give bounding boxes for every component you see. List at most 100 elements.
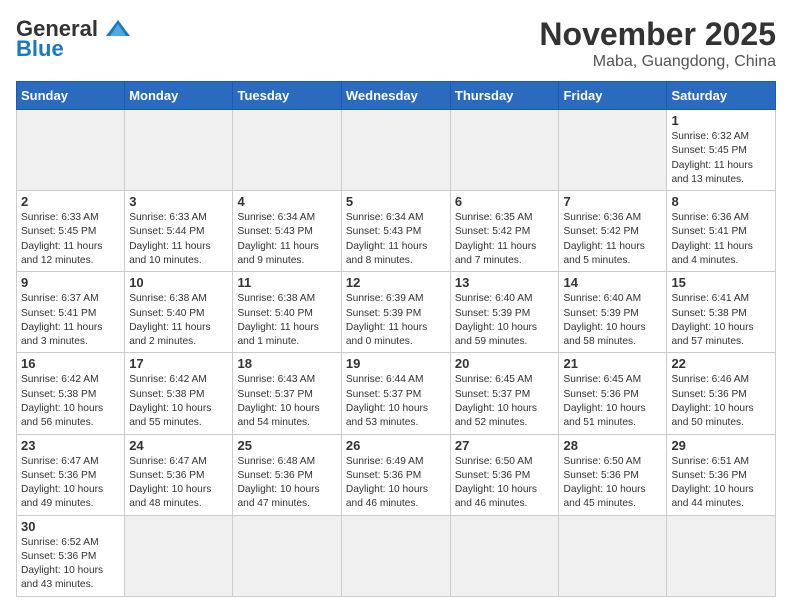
calendar-day-cell: 27 Sunrise: 6:50 AMSunset: 5:36 PMDayligh… [450, 434, 559, 515]
day-info: Sunrise: 6:51 AMSunset: 5:36 PMDaylight:… [671, 455, 771, 512]
day-number: 28 [563, 438, 662, 453]
calendar-day-cell [125, 110, 233, 191]
day-number: 17 [129, 356, 228, 371]
day-info: Sunrise: 6:50 AMSunset: 5:36 PMDaylight:… [563, 455, 662, 512]
day-info: Sunrise: 6:42 AMSunset: 5:38 PMDaylight:… [21, 373, 120, 430]
calendar-day-cell: 19Sunrise: 6:44 AMSunset: 5:37 PMDayligh… [341, 353, 450, 434]
day-number: 26 [346, 438, 446, 453]
day-info: Sunrise: 6:33 AMSunset: 5:44 PMDaylight:… [129, 211, 228, 268]
calendar-day-cell: 26Sunrise: 6:49 AMSunset: 5:36 PMDayligh… [341, 434, 450, 515]
calendar-day-cell: 6 Sunrise: 6:35 AMSunset: 5:42 PMDaylight… [450, 191, 559, 272]
calendar-day-cell: 30Sunrise: 6:52 AMSunset: 5:36 PMDayligh… [17, 515, 125, 596]
weekday-header-sunday: Sunday [17, 82, 125, 110]
day-info: Sunrise: 6:38 AMSunset: 5:40 PMDaylight:… [129, 292, 228, 349]
calendar-day-cell: 25 Sunrise: 6:48 AMSunset: 5:36 PMDayligh… [233, 434, 341, 515]
calendar-week-3: 9Sunrise: 6:37 AMSunset: 5:41 PMDaylight… [17, 272, 776, 353]
day-number: 20 [455, 356, 555, 371]
calendar-week-2: 2 Sunrise: 6:33 AMSunset: 5:45 PMDaylight… [17, 191, 776, 272]
calendar-week-4: 16 Sunrise: 6:42 AMSunset: 5:38 PMDayligh… [17, 353, 776, 434]
calendar-day-cell: 20 Sunrise: 6:45 AMSunset: 5:37 PMDayligh… [450, 353, 559, 434]
logo: General Blue [16, 16, 132, 62]
day-info: Sunrise: 6:34 AMSunset: 5:43 PMDaylight:… [346, 211, 446, 268]
calendar-day-cell: 15Sunrise: 6:41 AMSunset: 5:38 PMDayligh… [667, 272, 776, 353]
calendar-day-cell: 3 Sunrise: 6:33 AMSunset: 5:44 PMDaylight… [125, 191, 233, 272]
day-info: Sunrise: 6:47 AMSunset: 5:36 PMDaylight:… [129, 455, 228, 512]
calendar-day-cell [233, 110, 341, 191]
calendar-day-cell [341, 110, 450, 191]
calendar-day-cell [450, 110, 559, 191]
day-info: Sunrise: 6:50 AMSunset: 5:36 PMDaylight:… [455, 455, 555, 512]
weekday-header-monday: Monday [125, 82, 233, 110]
calendar-day-cell: 29 Sunrise: 6:51 AMSunset: 5:36 PMDayligh… [667, 434, 776, 515]
day-info: Sunrise: 6:33 AMSunset: 5:45 PMDaylight:… [21, 211, 120, 268]
logo-blue-text: Blue [16, 36, 64, 62]
day-info: Sunrise: 6:35 AMSunset: 5:42 PMDaylight:… [455, 211, 555, 268]
title-block: November 2025 Maba, Guangdong, China [539, 16, 776, 71]
day-info: Sunrise: 6:48 AMSunset: 5:36 PMDaylight:… [237, 455, 336, 512]
day-number: 2 [21, 194, 120, 209]
calendar-day-cell: 18Sunrise: 6:43 AMSunset: 5:37 PMDayligh… [233, 353, 341, 434]
day-info: Sunrise: 6:47 AMSunset: 5:36 PMDaylight:… [21, 455, 120, 512]
day-info: Sunrise: 6:45 AMSunset: 5:37 PMDaylight:… [455, 373, 555, 430]
day-info: Sunrise: 6:40 AMSunset: 5:39 PMDaylight:… [563, 292, 662, 349]
day-number: 29 [671, 438, 771, 453]
calendar-week-6: 30Sunrise: 6:52 AMSunset: 5:36 PMDayligh… [17, 515, 776, 596]
calendar-week-5: 23 Sunrise: 6:47 AMSunset: 5:36 PMDayligh… [17, 434, 776, 515]
calendar-day-cell [450, 515, 559, 596]
page-header: General Blue November 2025 Maba, Guangdo… [16, 16, 776, 71]
calendar-day-cell [559, 515, 667, 596]
day-number: 23 [21, 438, 120, 453]
day-number: 25 [237, 438, 336, 453]
day-number: 7 [563, 194, 662, 209]
weekday-header-friday: Friday [559, 82, 667, 110]
day-number: 5 [346, 194, 446, 209]
calendar-day-cell: 22Sunrise: 6:46 AMSunset: 5:36 PMDayligh… [667, 353, 776, 434]
calendar-day-cell [667, 515, 776, 596]
day-number: 11 [237, 275, 336, 290]
day-info: Sunrise: 6:34 AMSunset: 5:43 PMDaylight:… [237, 211, 336, 268]
weekday-header-thursday: Thursday [450, 82, 559, 110]
calendar-day-cell [559, 110, 667, 191]
calendar-day-cell [341, 515, 450, 596]
calendar-day-cell: 13Sunrise: 6:40 AMSunset: 5:39 PMDayligh… [450, 272, 559, 353]
day-number: 1 [671, 113, 771, 128]
month-title: November 2025 [539, 16, 776, 53]
day-number: 3 [129, 194, 228, 209]
day-number: 21 [563, 356, 662, 371]
calendar-week-1: 1Sunrise: 6:32 AMSunset: 5:45 PMDaylight… [17, 110, 776, 191]
day-info: Sunrise: 6:37 AMSunset: 5:41 PMDaylight:… [21, 292, 120, 349]
calendar-day-cell: 1Sunrise: 6:32 AMSunset: 5:45 PMDaylight… [667, 110, 776, 191]
day-info: Sunrise: 6:38 AMSunset: 5:40 PMDaylight:… [237, 292, 336, 349]
calendar-day-cell: 7Sunrise: 6:36 AMSunset: 5:42 PMDaylight… [559, 191, 667, 272]
location-subtitle: Maba, Guangdong, China [539, 53, 776, 71]
calendar-day-cell: 14 Sunrise: 6:40 AMSunset: 5:39 PMDayligh… [559, 272, 667, 353]
day-number: 19 [346, 356, 446, 371]
day-info: Sunrise: 6:41 AMSunset: 5:38 PMDaylight:… [671, 292, 771, 349]
day-number: 14 [563, 275, 662, 290]
day-number: 16 [21, 356, 120, 371]
calendar-day-cell [17, 110, 125, 191]
weekday-header-tuesday: Tuesday [233, 82, 341, 110]
weekday-header-row: SundayMondayTuesdayWednesdayThursdayFrid… [17, 82, 776, 110]
day-number: 12 [346, 275, 446, 290]
day-number: 24 [129, 438, 228, 453]
day-number: 8 [671, 194, 771, 209]
day-info: Sunrise: 6:52 AMSunset: 5:36 PMDaylight:… [21, 536, 120, 593]
calendar-day-cell: 5 Sunrise: 6:34 AMSunset: 5:43 PMDaylight… [341, 191, 450, 272]
day-info: Sunrise: 6:39 AMSunset: 5:39 PMDaylight:… [346, 292, 446, 349]
weekday-header-saturday: Saturday [667, 82, 776, 110]
weekday-header-wednesday: Wednesday [341, 82, 450, 110]
calendar-day-cell: 9Sunrise: 6:37 AMSunset: 5:41 PMDaylight… [17, 272, 125, 353]
day-number: 27 [455, 438, 555, 453]
logo-icon [104, 18, 132, 40]
day-number: 4 [237, 194, 336, 209]
calendar-day-cell: 17Sunrise: 6:42 AMSunset: 5:38 PMDayligh… [125, 353, 233, 434]
calendar-day-cell: 23 Sunrise: 6:47 AMSunset: 5:36 PMDayligh… [17, 434, 125, 515]
calendar-day-cell: 16 Sunrise: 6:42 AMSunset: 5:38 PMDayligh… [17, 353, 125, 434]
day-number: 10 [129, 275, 228, 290]
calendar-day-cell: 12 Sunrise: 6:39 AMSunset: 5:39 PMDayligh… [341, 272, 450, 353]
day-info: Sunrise: 6:46 AMSunset: 5:36 PMDaylight:… [671, 373, 771, 430]
day-number: 6 [455, 194, 555, 209]
calendar-day-cell [233, 515, 341, 596]
calendar-day-cell [125, 515, 233, 596]
